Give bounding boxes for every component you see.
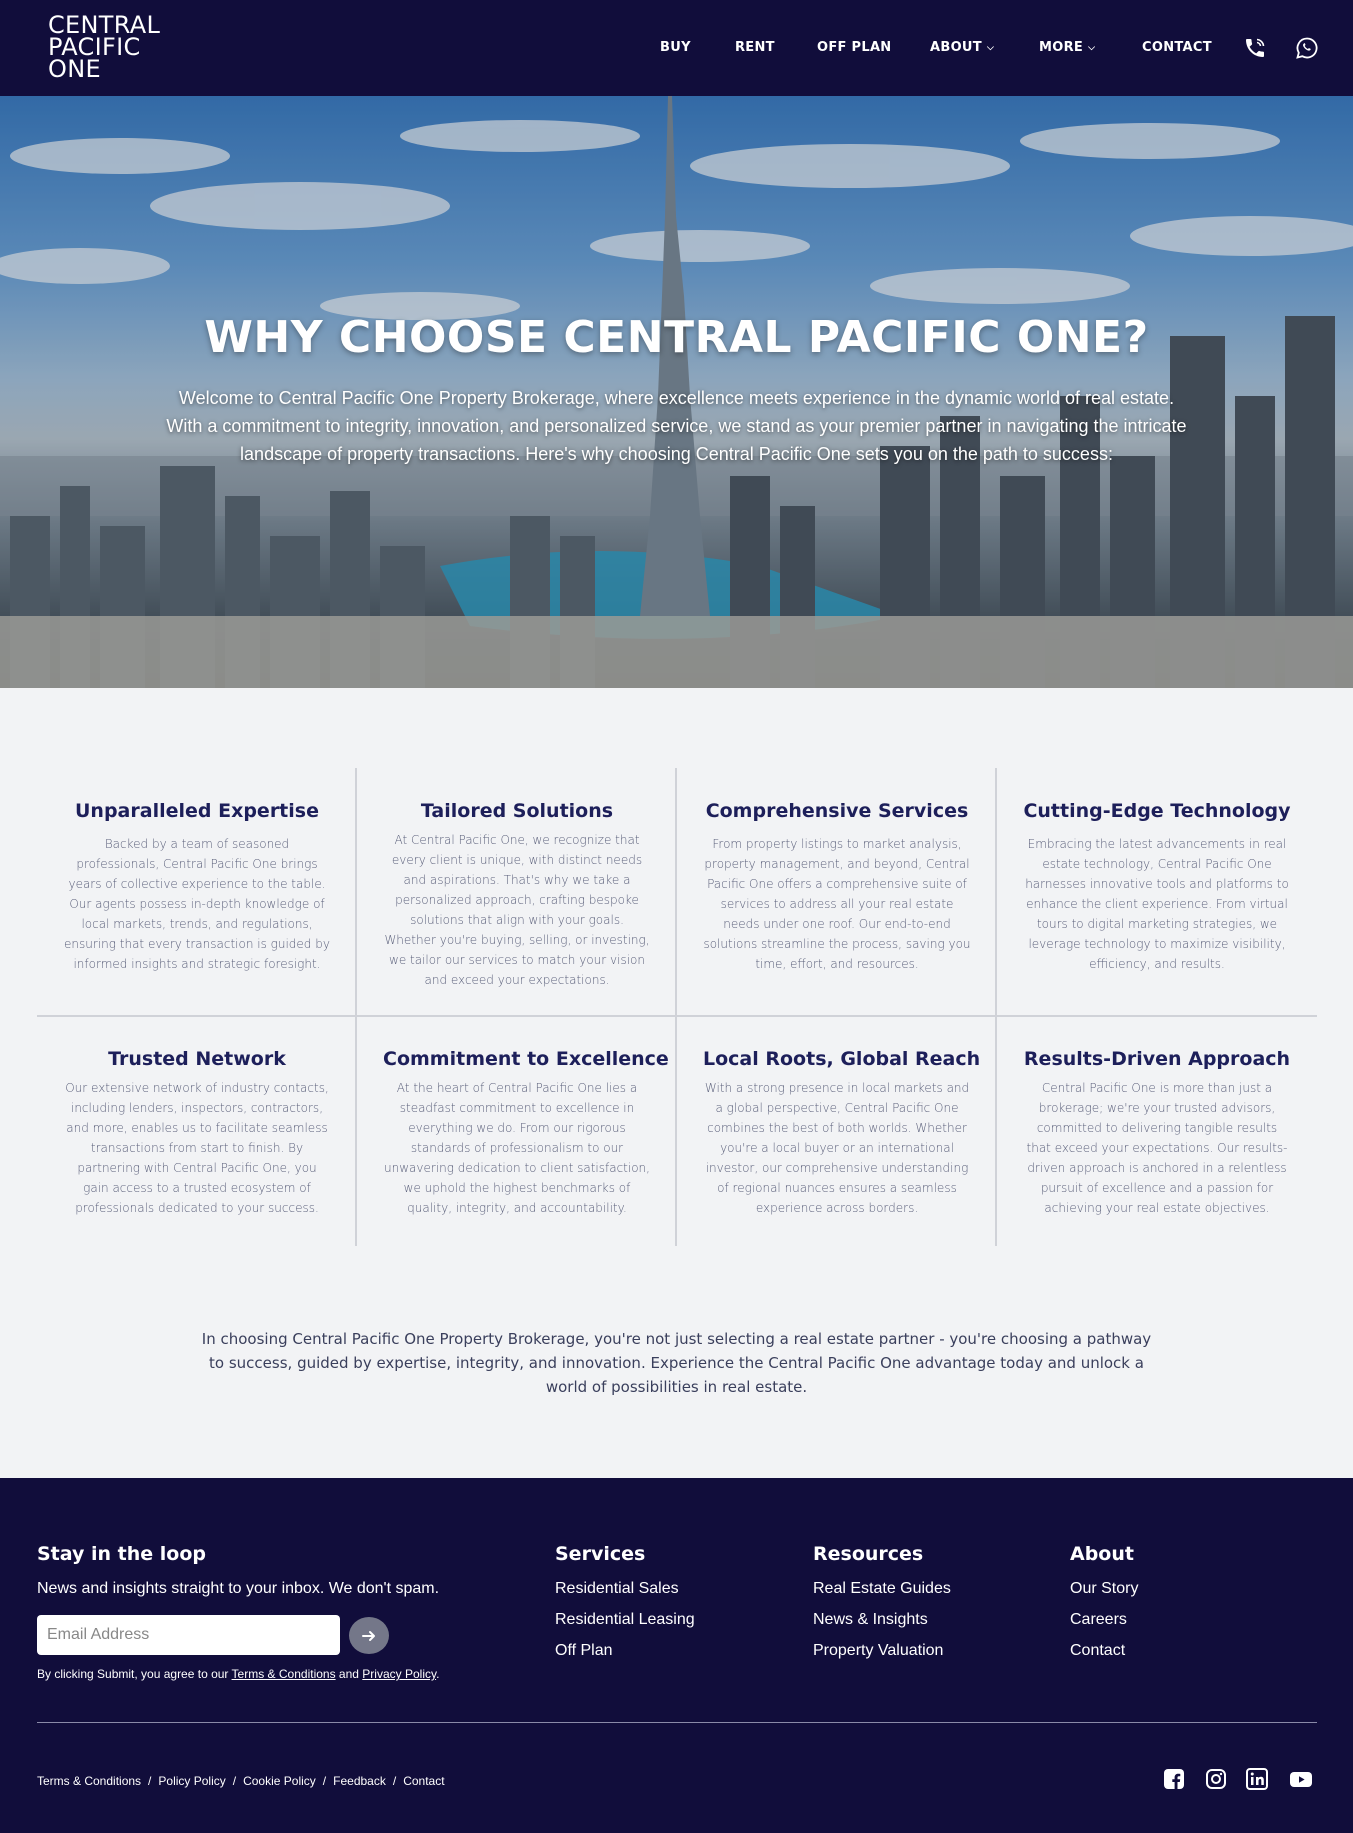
feature-title: Unparalleled Expertise xyxy=(75,800,319,822)
feature-text: At the heart of Central Pacific One lies… xyxy=(384,1081,650,1215)
footer-link-off-plan[interactable]: Off Plan xyxy=(555,1642,613,1660)
resources-title: Resources xyxy=(813,1543,924,1565)
feature-title: Results-Driven Approach xyxy=(1023,1048,1291,1070)
phone-icon[interactable] xyxy=(1243,36,1267,60)
feature-title: Tailored Solutions xyxy=(420,800,614,822)
nav-contact[interactable]: CONTACT xyxy=(1142,40,1212,55)
legal-separator: / xyxy=(392,1774,397,1788)
consent-period: . xyxy=(436,1667,440,1681)
feature-text: At Central Pacific One, we recognize tha… xyxy=(384,833,650,987)
email-input[interactable] xyxy=(37,1615,340,1655)
nav-buy[interactable]: BUY xyxy=(660,40,691,55)
arrow-right-icon xyxy=(362,1630,375,1641)
legal-separator: / xyxy=(148,1774,152,1788)
feature-card: Commitment to Excellence At the heart of… xyxy=(357,1048,677,1218)
feature-text: Backed by a team of seasoned professiona… xyxy=(64,837,330,971)
newsletter-subtitle: News and insights straight to your inbox… xyxy=(37,1580,440,1597)
feature-card: Trusted Network Our extensive network of… xyxy=(37,1048,357,1218)
footer-divider xyxy=(37,1722,1317,1723)
feature-text: Embracing the latest advancements in rea… xyxy=(1025,837,1289,971)
nav-more-label: MORE xyxy=(1039,40,1084,55)
site-header: CENTRAL PACIFIC ONE BUY RENT OFF PLAN AB… xyxy=(0,0,1353,96)
feature-card: Results-Driven Approach Central Pacific … xyxy=(997,1048,1317,1218)
consent-text: By clicking Submit, you agree to our Ter… xyxy=(37,1667,439,1681)
feature-card: Unparalleled Expertise Backed by a team … xyxy=(37,800,357,974)
feature-title: Cutting-Edge Technology xyxy=(1023,800,1291,822)
legal-contact[interactable]: Contact xyxy=(403,1774,444,1788)
nav-more[interactable]: MORE ⌵ xyxy=(1039,40,1095,55)
whatsapp-icon[interactable] xyxy=(1295,36,1319,60)
legal-cookie[interactable]: Cookie Policy xyxy=(243,1774,316,1788)
feature-title: Comprehensive Services xyxy=(705,800,969,822)
feature-card: Tailored Solutions At Central Pacific On… xyxy=(357,800,677,990)
hero-section: WHY CHOOSE CENTRAL PACIFIC ONE? Welcome … xyxy=(0,96,1353,688)
logo-line-3: ONE xyxy=(48,55,101,83)
features-grid: Unparalleled Expertise Backed by a team … xyxy=(37,768,1317,1246)
footer-link-our-story[interactable]: Our Story xyxy=(1070,1580,1138,1598)
feature-text: From property listings to market analysi… xyxy=(703,837,971,971)
footer-link-careers[interactable]: Careers xyxy=(1070,1611,1127,1629)
feature-text: Our extensive network of industry contac… xyxy=(65,1081,329,1215)
footer-link-guides[interactable]: Real Estate Guides xyxy=(813,1580,951,1598)
footer-link-residential-leasing[interactable]: Residential Leasing xyxy=(555,1611,695,1629)
hero-title: WHY CHOOSE CENTRAL PACIFIC ONE? xyxy=(204,312,1149,363)
legal-terms[interactable]: Terms & Conditions xyxy=(37,1774,141,1788)
youtube-icon[interactable] xyxy=(1289,1768,1313,1790)
feature-title: Trusted Network xyxy=(108,1048,286,1070)
newsletter-title: Stay in the loop xyxy=(37,1543,206,1565)
submit-button[interactable] xyxy=(349,1617,389,1654)
services-title: Services xyxy=(555,1543,646,1565)
legal-links: Terms & Conditions / Policy Policy / Cookie … xyxy=(37,1774,445,1788)
feature-title: Local Roots, Global Reach xyxy=(703,1048,981,1070)
feature-card: Local Roots, Global Reach With a strong … xyxy=(677,1048,997,1218)
facebook-icon[interactable] xyxy=(1163,1768,1185,1790)
nav-about-label: ABOUT xyxy=(930,40,982,55)
consent-and: and xyxy=(335,1667,363,1681)
footer-link-residential-sales[interactable]: Residential Sales xyxy=(555,1580,679,1598)
consent-prefix: By clicking Submit, you agree to our xyxy=(37,1667,232,1681)
hero-description: Welcome to Central Pacific One Property … xyxy=(166,388,1187,464)
privacy-link[interactable]: Privacy Policy xyxy=(362,1667,436,1681)
footer-link-valuation[interactable]: Property Valuation xyxy=(813,1642,943,1660)
terms-link[interactable]: Terms & Conditions xyxy=(232,1667,336,1681)
legal-separator: / xyxy=(232,1774,237,1788)
legal-feedback[interactable]: Feedback xyxy=(333,1774,386,1788)
legal-policy[interactable]: Policy Policy xyxy=(158,1774,225,1788)
nav-rent[interactable]: RENT xyxy=(735,40,775,55)
instagram-icon[interactable] xyxy=(1205,1768,1227,1790)
feature-text: With a strong presence in local markets … xyxy=(704,1081,970,1215)
footer-link-contact[interactable]: Contact xyxy=(1070,1642,1125,1660)
feature-card: Cutting-Edge Technology Embracing the la… xyxy=(997,800,1317,974)
about-title: About xyxy=(1070,1543,1134,1565)
feature-title: Commitment to Excellence xyxy=(383,1048,669,1070)
grid-divider-horizontal xyxy=(37,1015,1317,1017)
logo[interactable]: CENTRAL PACIFIC ONE xyxy=(48,13,178,83)
nav-about[interactable]: ABOUT ⌵ xyxy=(930,40,994,55)
linkedin-icon[interactable] xyxy=(1246,1768,1268,1790)
chevron-down-icon: ⌵ xyxy=(986,43,995,53)
feature-text: Central Pacific One is more than just a … xyxy=(1026,1081,1288,1215)
feature-card: Comprehensive Services From property lis… xyxy=(677,800,997,974)
legal-separator: / xyxy=(322,1774,327,1788)
chevron-down-icon: ⌵ xyxy=(1088,43,1096,53)
nav-off-plan[interactable]: OFF PLAN xyxy=(817,40,892,55)
footer-link-news[interactable]: News & Insights xyxy=(813,1611,928,1629)
closing-statement: In choosing Central Pacific One Property… xyxy=(201,1330,1152,1396)
site-footer: Stay in the loop News and insights strai… xyxy=(0,1478,1353,1833)
